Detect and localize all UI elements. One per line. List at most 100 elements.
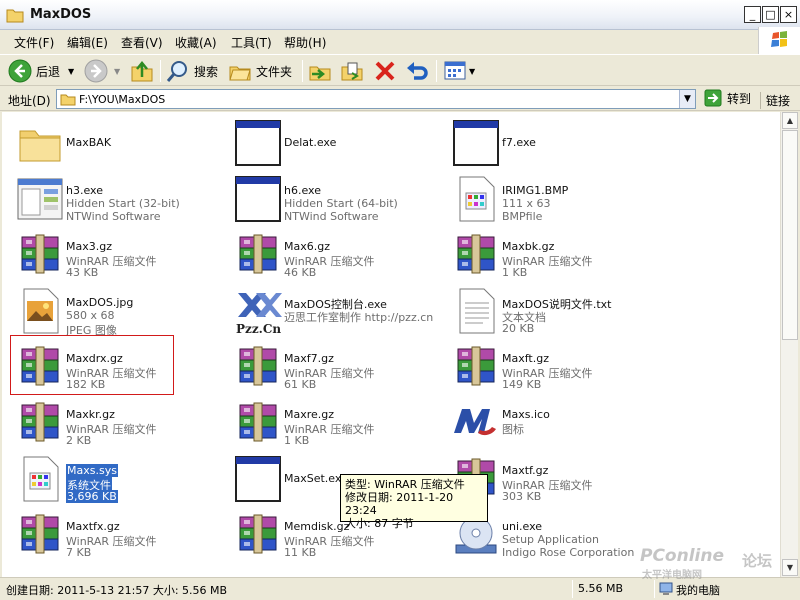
file-name: MaxBAK (66, 136, 112, 149)
address-dropdown-button[interactable]: ▼ (679, 90, 695, 108)
file-type: 111 x 63 (502, 197, 551, 210)
window-exe-icon (234, 175, 282, 223)
file-name: f7.exe (502, 136, 536, 149)
menu-help[interactable]: 帮助(H) (284, 34, 326, 51)
file-type: 迈思工作室制作 http://pzz.cn (284, 311, 434, 324)
toolbar: 后退 ▼ ▼ 搜索 文件夹 ▼ (0, 54, 800, 86)
status-details: 创建日期: 2011-5-13 21:57 大小: 5.56 MB (6, 584, 228, 597)
move-to-button[interactable] (308, 58, 332, 84)
file-item[interactable]: Maxf7.gz WinRAR 压缩文件 61 KB (228, 340, 438, 394)
file-item[interactable]: f7.exe (446, 116, 656, 170)
file-item[interactable]: Max3.gz WinRAR 压缩文件 43 KB (10, 228, 220, 282)
file-item[interactable]: h6.exe Hidden Start (64-bit) NTWind Softwa… (228, 172, 438, 226)
forward-button[interactable]: ▼ (84, 58, 120, 84)
back-dropdown-icon[interactable]: ▼ (68, 67, 74, 76)
winrar-archive-icon (234, 399, 282, 447)
file-item[interactable]: MaxDOS说明文件.txt 文本文档 20 KB (446, 284, 656, 338)
file-name: Maxft.gz (502, 352, 549, 365)
copy-to-button[interactable] (340, 58, 364, 84)
toolbar-separator (302, 60, 303, 82)
file-name: Max6.gz (284, 240, 330, 253)
file-item[interactable]: MaxDOS.jpg 580 x 68 JPEG 图像 (10, 284, 220, 338)
file-name: Maxtf.gz (502, 464, 549, 477)
file-item[interactable]: Max6.gz WinRAR 压缩文件 46 KB (228, 228, 438, 282)
tooltip-type: 类型: WinRAR 压缩文件 (345, 478, 465, 491)
svg-text:Pzz.Cn: Pzz.Cn (236, 322, 281, 335)
menu-file[interactable]: 文件(F) (14, 34, 54, 51)
delete-button[interactable] (373, 58, 397, 84)
file-detail: 46 KB (284, 266, 317, 279)
views-dropdown-icon[interactable]: ▼ (469, 67, 475, 76)
file-name: uni.exe (502, 520, 543, 533)
winrar-archive-icon (452, 343, 500, 391)
file-item[interactable]: Maxkr.gz WinRAR 压缩文件 2 KB (10, 396, 220, 450)
file-item[interactable]: Maxtfx.gz WinRAR 压缩文件 7 KB (10, 508, 220, 562)
watermark-brand: PConline (640, 546, 725, 566)
winrar-archive-icon (16, 511, 64, 559)
file-detail: 149 KB (502, 378, 542, 391)
file-item[interactable]: Maxs.ico 图标 (446, 396, 656, 450)
vertical-scrollbar[interactable]: ▲ ▼ (780, 112, 798, 577)
file-name: Delat.exe (284, 136, 337, 149)
file-detail: BMPfile (502, 210, 543, 223)
views-button[interactable]: ▼ (443, 58, 475, 84)
folders-button[interactable]: 文件夹 (228, 58, 292, 84)
move-to-folder-icon (309, 66, 331, 81)
undo-button[interactable] (405, 58, 429, 84)
file-item[interactable]: Maxre.gz WinRAR 压缩文件 1 KB (228, 396, 438, 450)
scroll-down-button[interactable]: ▼ (782, 559, 798, 576)
winrar-archive-icon (234, 343, 282, 391)
file-item[interactable]: Pzz.Cn MaxDOS控制台.exe 迈思工作室制作 http://pzz.cn (228, 284, 438, 338)
system-file-icon (16, 455, 64, 503)
scroll-up-button[interactable]: ▲ (782, 112, 798, 129)
file-item[interactable]: Delat.exe (228, 116, 438, 170)
tooltip-modified: 修改日期: 2011-1-20 23:24 (345, 491, 454, 517)
menu-edit[interactable]: 编辑(E) (67, 34, 108, 51)
back-button[interactable]: 后退 ▼ (8, 58, 74, 84)
winrar-archive-icon (452, 231, 500, 279)
window-title: MaxDOS (30, 7, 92, 22)
file-type: 580 x 68 (66, 309, 115, 322)
scroll-thumb[interactable] (782, 130, 798, 340)
close-button[interactable]: × (780, 6, 797, 23)
file-item[interactable]: h3.exe Hidden Start (32-bit) NTWind Softwa… (10, 172, 220, 226)
window-exe-icon (234, 455, 282, 503)
status-size: 5.56 MB (578, 582, 624, 595)
search-button[interactable]: 搜索 (166, 58, 218, 84)
file-name: Maxs.sys (66, 464, 118, 477)
up-folder-button[interactable] (130, 58, 154, 84)
status-location: 我的电脑 (676, 584, 720, 597)
file-item[interactable]: MaxBAK (10, 116, 220, 170)
go-button[interactable]: 转到 (704, 89, 751, 107)
file-detail: NTWind Software (66, 210, 161, 223)
menu-tools[interactable]: 工具(T) (231, 34, 272, 51)
back-arrow-icon (8, 59, 32, 83)
file-item[interactable]: IRIMG1.BMP 111 x 63 BMPfile (446, 172, 656, 226)
menu-view[interactable]: 查看(V) (121, 34, 163, 51)
file-detail: 11 KB (284, 546, 317, 559)
file-detail: 1 KB (502, 266, 528, 279)
maximize-button[interactable]: □ (762, 6, 779, 23)
file-detail: 7 KB (66, 546, 92, 559)
address-label: 地址(D) (8, 94, 51, 108)
status-divider (572, 580, 573, 598)
folder-icon (16, 119, 64, 167)
forward-arrow-icon (84, 59, 108, 83)
file-item[interactable]: Maxft.gz WinRAR 压缩文件 149 KB (446, 340, 656, 394)
file-type: Hidden Start (32-bit) (66, 197, 180, 210)
menu-favorites[interactable]: 收藏(A) (175, 34, 217, 51)
file-name: Maxs.ico (502, 408, 550, 421)
up-folder-icon (131, 61, 153, 82)
menu-bar: 文件(F) 编辑(E) 查看(V) 收藏(A) 工具(T) 帮助(H) (0, 30, 800, 52)
winrar-archive-icon (16, 231, 64, 279)
text-document-icon (452, 287, 500, 335)
windows-logo (758, 27, 800, 54)
minimize-button[interactable]: _ (744, 6, 761, 23)
file-item[interactable]: Maxbk.gz WinRAR 压缩文件 1 KB (446, 228, 656, 282)
forward-dropdown-icon[interactable]: ▼ (114, 67, 120, 76)
address-input[interactable]: F:\YOU\MaxDOS ▼ (56, 89, 696, 109)
address-bar: 地址(D) F:\YOU\MaxDOS ▼ 转到 链接 (0, 87, 800, 111)
file-item[interactable]: Maxs.sys 系统文件 3,696 KB (10, 452, 220, 506)
pconline-watermark: PConline 太平洋电脑网 论坛 (640, 540, 780, 581)
links-button[interactable]: 链接 (760, 92, 790, 109)
